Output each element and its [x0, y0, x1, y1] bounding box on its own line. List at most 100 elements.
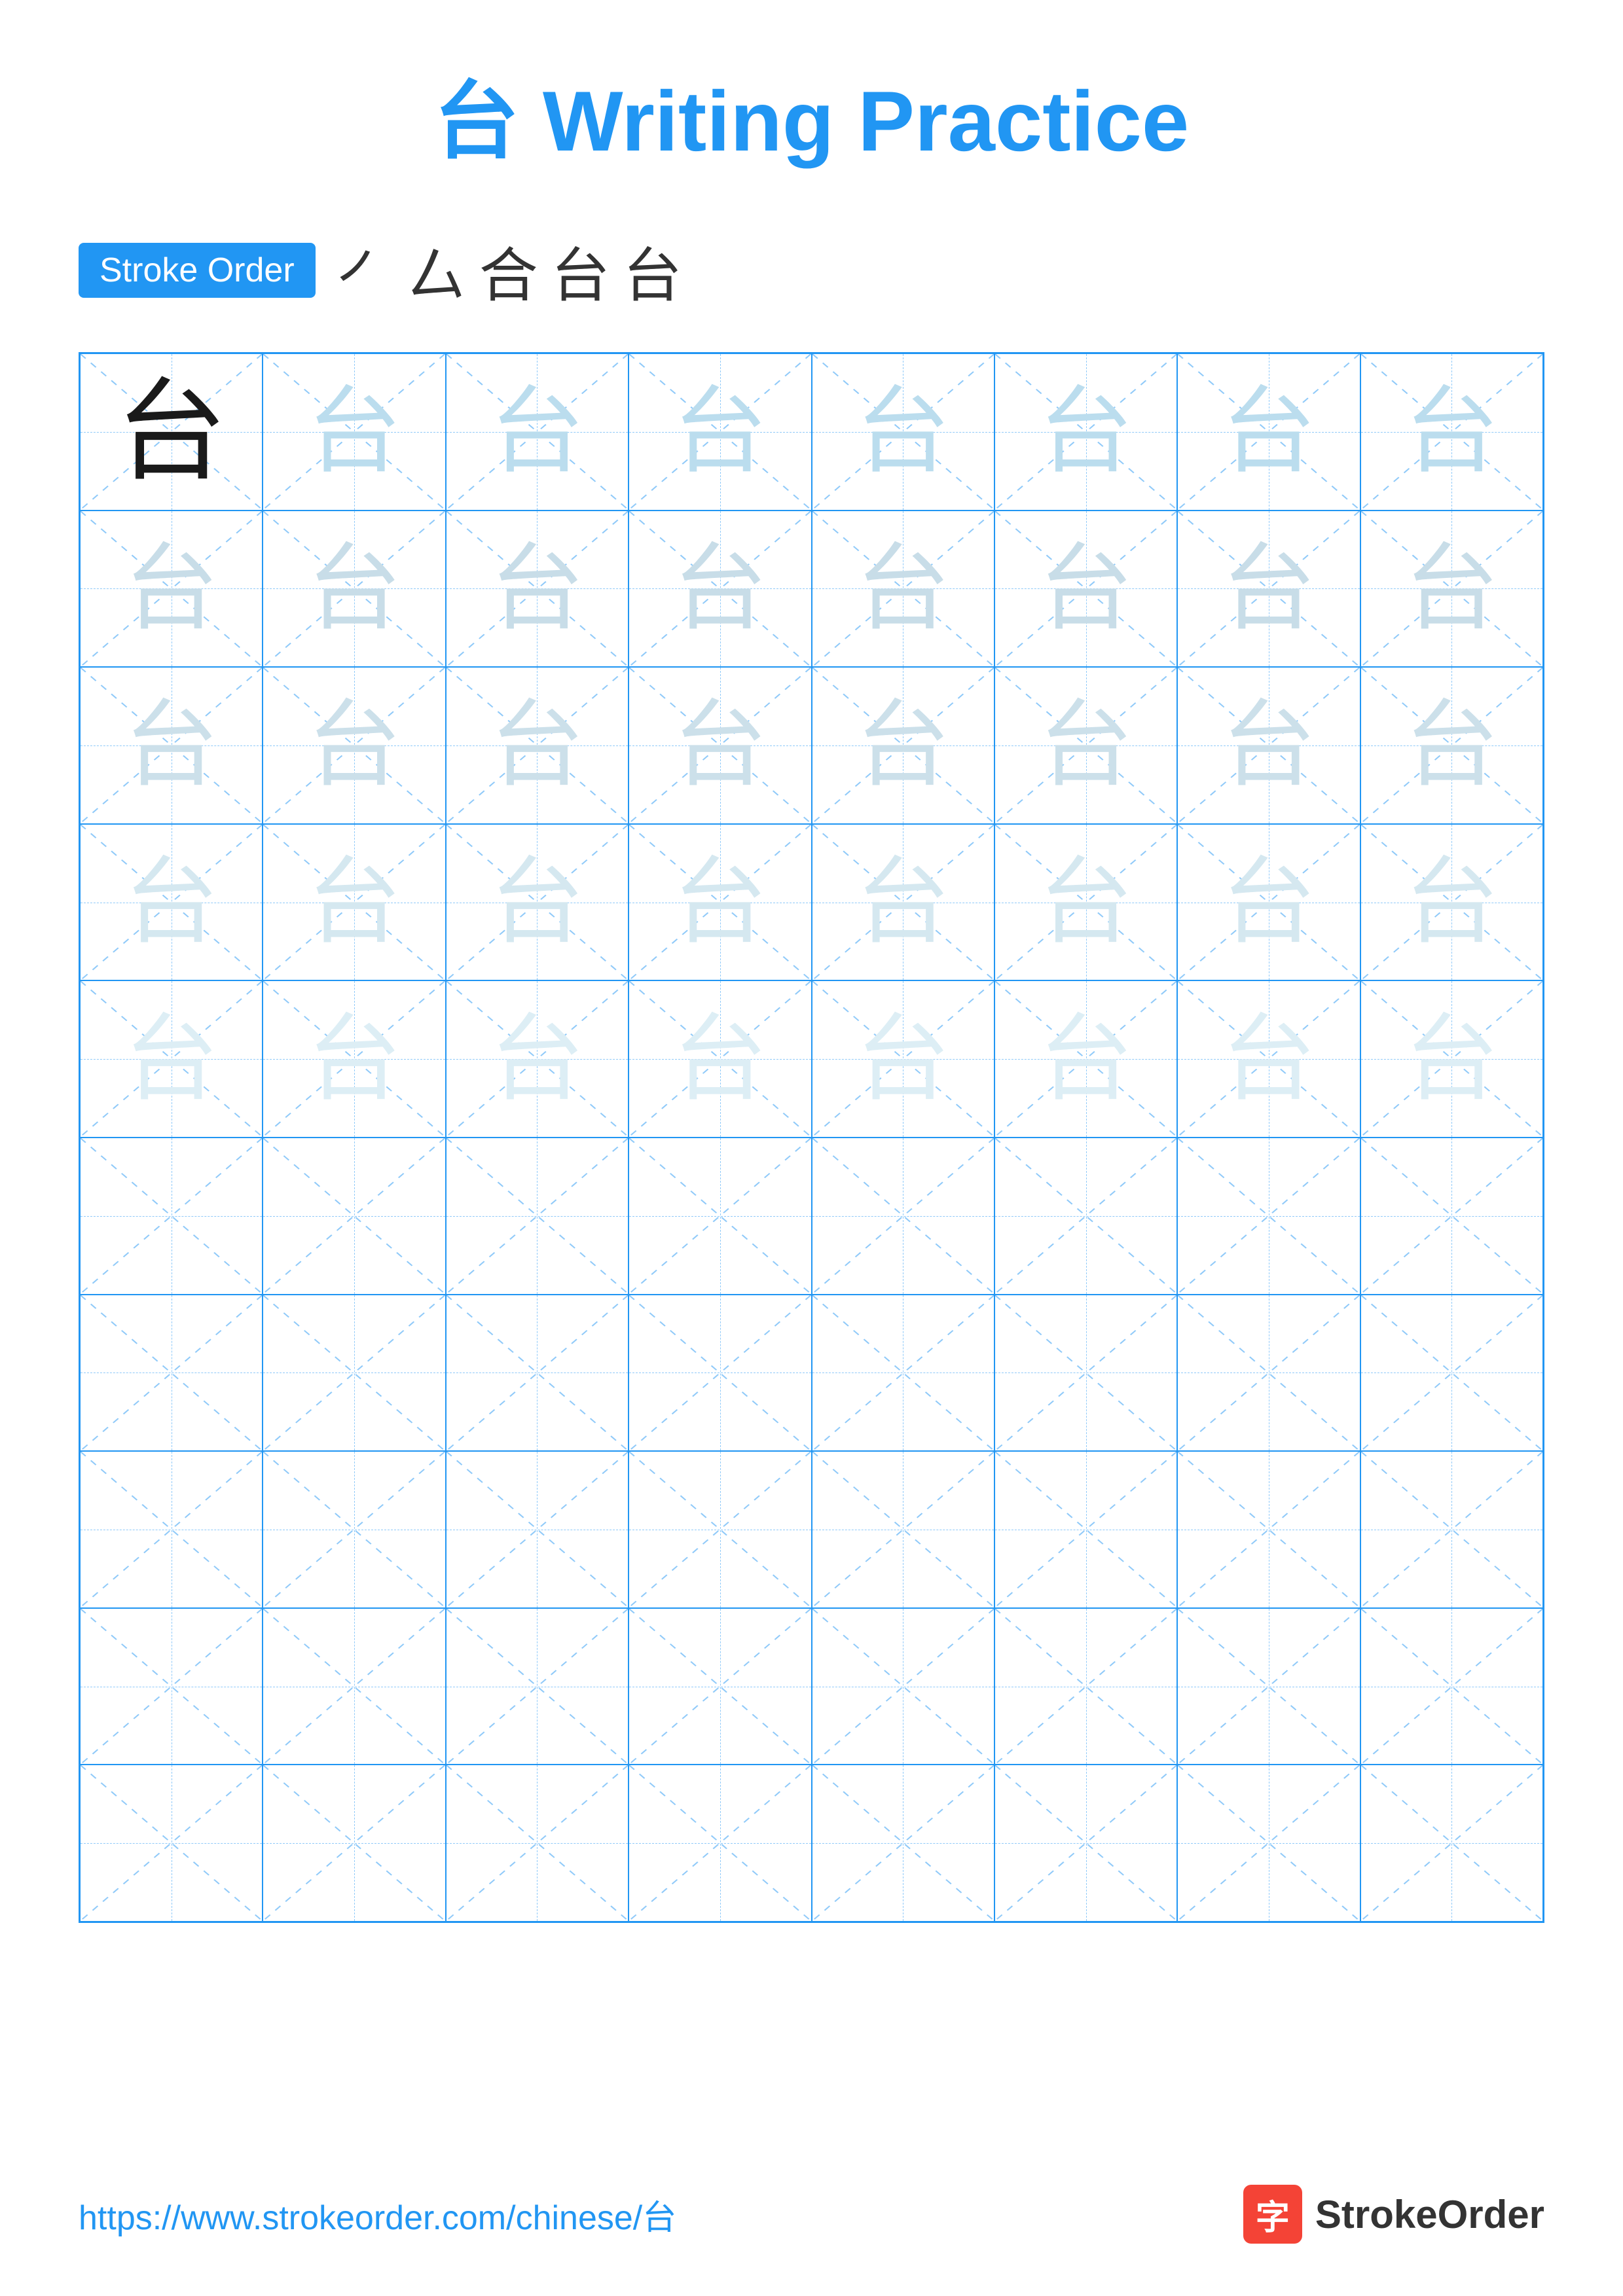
grid-cell[interactable]: 台	[446, 511, 629, 668]
diagonal-lines-icon	[995, 1609, 1176, 1765]
grid-cell[interactable]: 台	[1177, 824, 1360, 981]
footer-brand-name: StrokeOrder	[1315, 2192, 1544, 2237]
grid-cell[interactable]: 台	[994, 824, 1177, 981]
grid-cell[interactable]: 台	[629, 824, 811, 981]
grid-cell[interactable]	[1177, 1451, 1360, 1608]
grid-cell[interactable]: 台	[1360, 980, 1543, 1138]
grid-cell[interactable]: 台	[80, 511, 263, 668]
grid-cell[interactable]: 台	[446, 980, 629, 1138]
grid-cell[interactable]	[1177, 1295, 1360, 1452]
grid-cell[interactable]	[446, 1295, 629, 1452]
grid-cell[interactable]	[1177, 1608, 1360, 1765]
grid-cell[interactable]	[263, 1295, 445, 1452]
grid-cell[interactable]: 台	[629, 353, 811, 511]
grid-cell[interactable]	[812, 1295, 994, 1452]
grid-cell[interactable]	[1177, 1138, 1360, 1295]
grid-cell[interactable]	[994, 1451, 1177, 1608]
grid-cell[interactable]	[629, 1295, 811, 1452]
grid-cell[interactable]	[629, 1608, 811, 1765]
grid-cell[interactable]	[994, 1765, 1177, 1922]
grid-cell[interactable]	[629, 1765, 811, 1922]
grid-cell[interactable]	[80, 1295, 263, 1452]
grid-cell[interactable]: 台	[263, 667, 445, 824]
character-guide: 台	[490, 384, 585, 479]
grid-cell[interactable]: 台	[812, 511, 994, 668]
grid-cell[interactable]: 台	[263, 980, 445, 1138]
character-guide: 台	[1404, 698, 1499, 793]
grid-cell[interactable]	[994, 1295, 1177, 1452]
diagonal-lines-icon	[1178, 1452, 1359, 1607]
grid-cell[interactable]: 台	[1177, 511, 1360, 668]
grid-cell[interactable]	[446, 1138, 629, 1295]
grid-cell[interactable]: 台	[263, 353, 445, 511]
grid-cell[interactable]: 台	[994, 980, 1177, 1138]
grid-cell[interactable]: 台	[446, 353, 629, 511]
strokeorder-icon: 字	[1243, 2185, 1302, 2244]
grid-cell[interactable]	[1177, 1765, 1360, 1922]
grid-cell[interactable]: 台	[1360, 511, 1543, 668]
grid-cell[interactable]	[1360, 1451, 1543, 1608]
character-guide: 台	[307, 1012, 402, 1107]
grid-cell[interactable]: 台	[629, 980, 811, 1138]
grid-cell[interactable]: 台	[80, 667, 263, 824]
grid-cell[interactable]	[263, 1608, 445, 1765]
grid-cell[interactable]: 台	[812, 667, 994, 824]
grid-cell[interactable]: 台	[263, 511, 445, 668]
grid-cell[interactable]: 台	[1360, 353, 1543, 511]
grid-cell[interactable]	[812, 1765, 994, 1922]
grid-cell[interactable]: 台	[812, 824, 994, 981]
character-guide: 台	[1404, 384, 1499, 479]
grid-cell[interactable]	[812, 1608, 994, 1765]
grid-cell[interactable]: 台	[446, 824, 629, 981]
grid-cell[interactable]	[80, 1451, 263, 1608]
grid-cell[interactable]	[80, 1765, 263, 1922]
diagonal-lines-icon	[629, 1452, 811, 1607]
grid-cell[interactable]: 台	[1177, 353, 1360, 511]
grid-cell[interactable]	[80, 1608, 263, 1765]
grid-cell[interactable]: 台	[80, 980, 263, 1138]
diagonal-lines-icon	[1361, 1295, 1542, 1451]
footer-link[interactable]: https://www.strokeorder.com/chinese/台	[79, 2190, 676, 2239]
grid-cell[interactable]	[812, 1451, 994, 1608]
grid-cell[interactable]	[994, 1608, 1177, 1765]
grid-cell[interactable]: 台	[446, 667, 629, 824]
character-guide: 台	[1038, 855, 1133, 950]
grid-cell[interactable]: 台	[80, 353, 263, 511]
grid-cell[interactable]: 台	[812, 353, 994, 511]
character-guide: 台	[1038, 698, 1133, 793]
grid-cell[interactable]	[446, 1451, 629, 1608]
grid-cell[interactable]	[1360, 1295, 1543, 1452]
grid-cell[interactable]: 台	[629, 667, 811, 824]
character-main: 台	[116, 376, 227, 488]
grid-cell[interactable]	[80, 1138, 263, 1295]
character-guide: 台	[490, 1012, 585, 1107]
grid-cell[interactable]	[1360, 1608, 1543, 1765]
grid-cell[interactable]	[629, 1451, 811, 1608]
grid-cell[interactable]: 台	[1360, 667, 1543, 824]
character-guide: 台	[1038, 541, 1133, 636]
grid-cell[interactable]	[1360, 1138, 1543, 1295]
character-guide: 台	[1038, 384, 1133, 479]
grid-cell[interactable]: 台	[80, 824, 263, 981]
grid-cell[interactable]: 台	[1177, 667, 1360, 824]
grid-cell[interactable]	[994, 1138, 1177, 1295]
grid-cell[interactable]	[263, 1138, 445, 1295]
grid-cell[interactable]	[263, 1451, 445, 1608]
grid-cell[interactable]	[629, 1138, 811, 1295]
grid-cell[interactable]: 台	[263, 824, 445, 981]
grid-cell[interactable]	[812, 1138, 994, 1295]
grid-cell[interactable]: 台	[994, 353, 1177, 511]
grid-cell[interactable]	[1360, 1765, 1543, 1922]
grid-cell[interactable]: 台	[629, 511, 811, 668]
character-guide: 台	[672, 698, 767, 793]
grid-cell[interactable]	[263, 1765, 445, 1922]
character-guide: 台	[1221, 541, 1316, 636]
grid-cell[interactable]: 台	[812, 980, 994, 1138]
grid-cell[interactable]: 台	[1177, 980, 1360, 1138]
grid-cell[interactable]: 台	[1360, 824, 1543, 981]
grid-cell[interactable]: 台	[994, 667, 1177, 824]
grid-cell[interactable]: 台	[994, 511, 1177, 668]
grid-cell[interactable]	[446, 1608, 629, 1765]
writing-grid: 台 台 台 台	[79, 352, 1544, 1923]
grid-cell[interactable]	[446, 1765, 629, 1922]
